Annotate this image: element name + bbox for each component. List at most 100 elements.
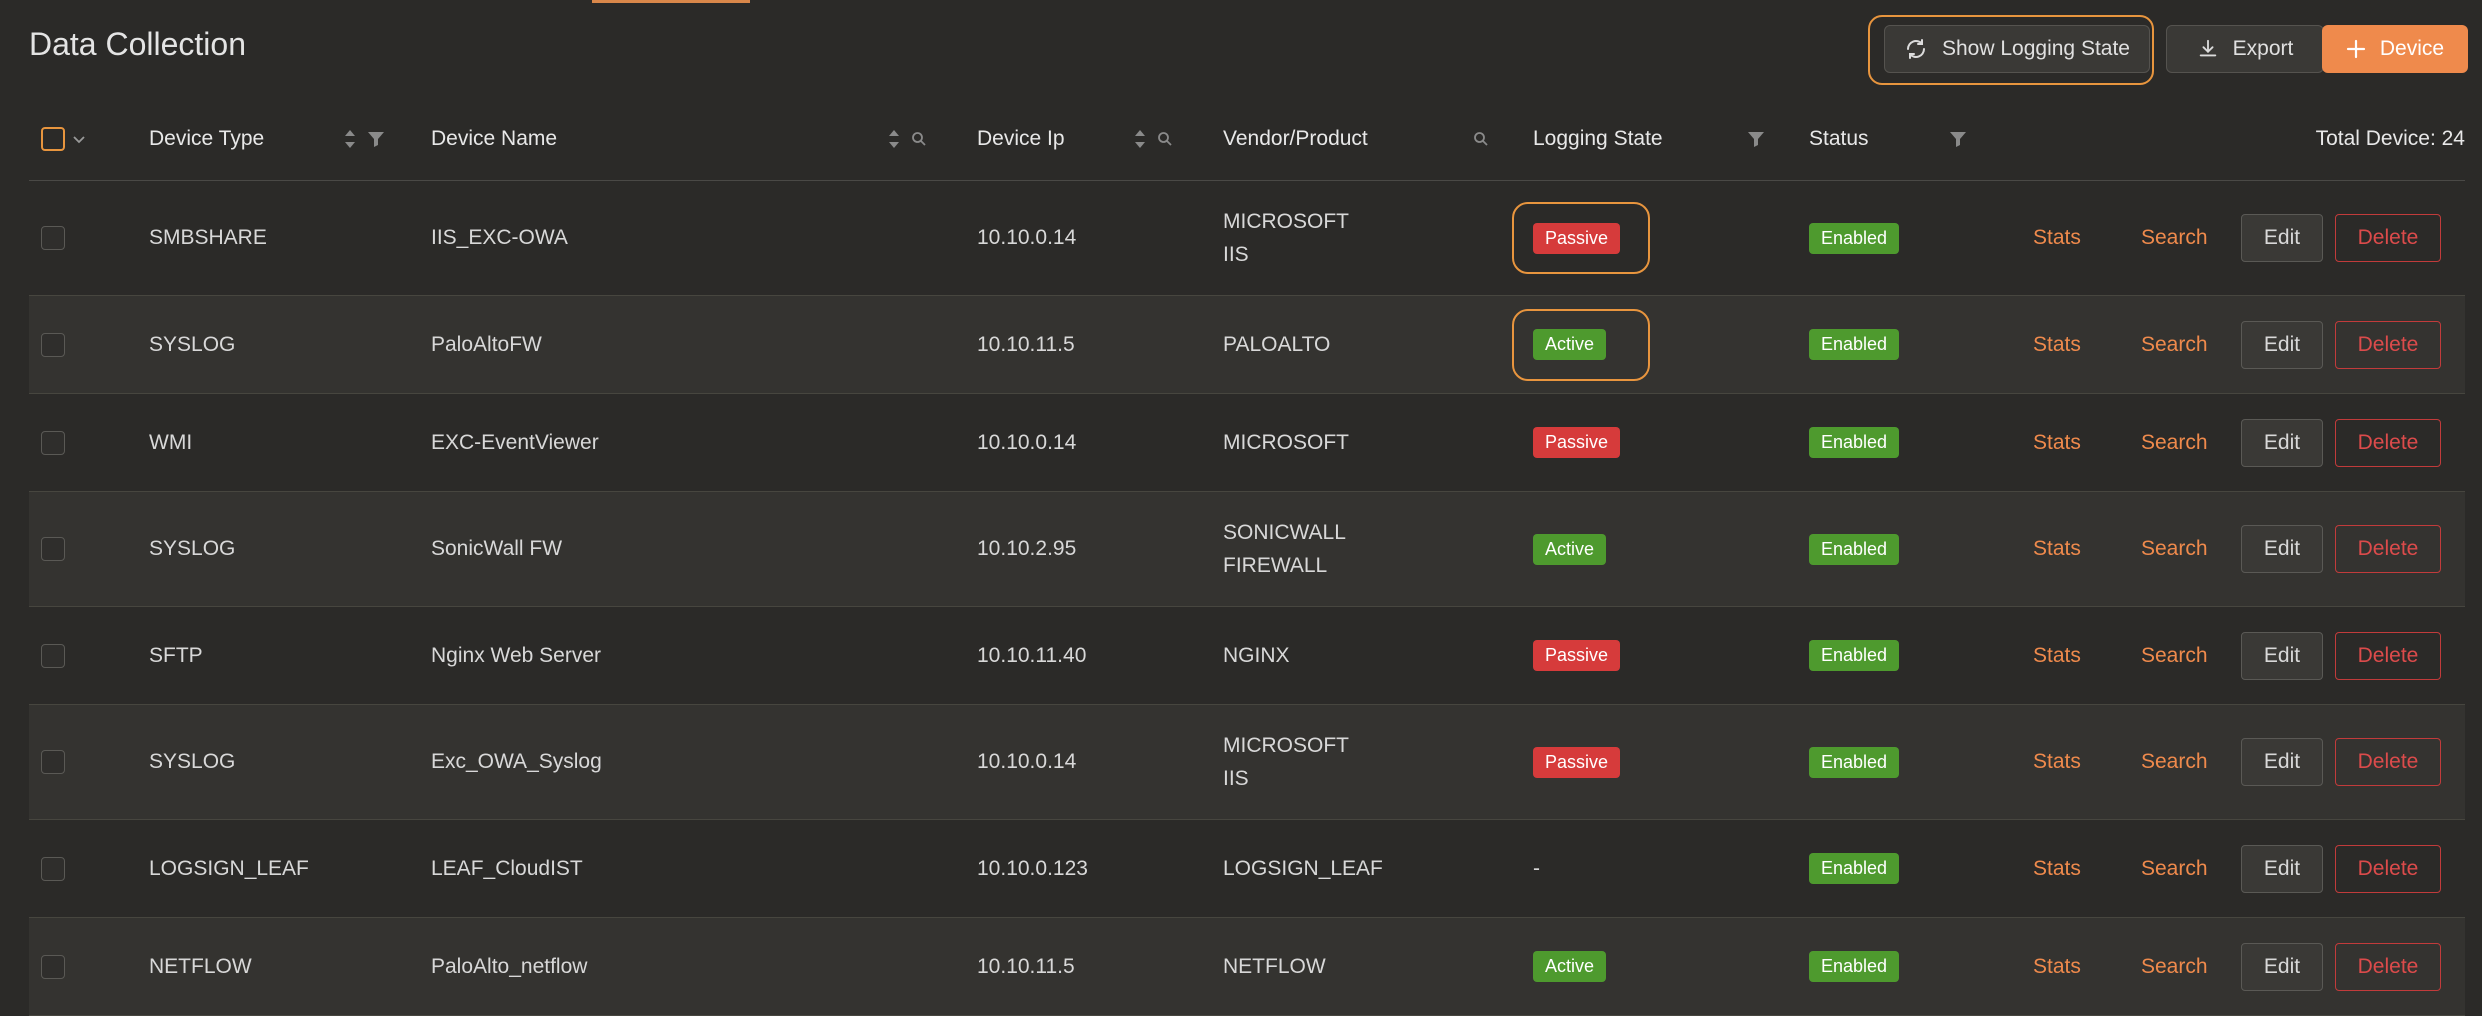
stats-link[interactable]: Stats [2033,918,2081,1015]
stats-link[interactable]: Stats [2033,181,2081,295]
filter-icon[interactable] [1747,130,1765,148]
row-checkbox-cell[interactable] [41,296,65,393]
add-device-button[interactable]: Device [2322,25,2468,73]
download-icon [2197,38,2219,60]
device-ip-cell: 10.10.0.123 [977,856,1088,880]
logging-state-cell: Passive [1533,705,1621,819]
search-link[interactable]: Search [2141,820,2208,917]
delete-button[interactable]: Delete [2335,942,2441,991]
device-type-cell: WMI [149,430,193,454]
row-checkbox-cell[interactable] [41,492,65,606]
search-link[interactable]: Search [2141,296,2208,393]
search-icon[interactable] [1157,131,1173,147]
sort-icon[interactable] [343,128,357,150]
edit-button[interactable]: Edit [2241,320,2323,369]
table-header: Device Type Device Name Device Ip Vendor… [29,98,2465,181]
edit-button[interactable]: Edit [2241,631,2323,680]
table-body: SMBSHARE IIS_EXC-OWA 10.10.0.14 MICROSOFT II… [29,181,2465,1016]
delete-button[interactable]: Delete [2335,320,2441,369]
device-name-cell: SonicWall FW [431,537,563,560]
device-name-cell: PaloAlto_netflow [431,954,588,978]
stats-link[interactable]: Stats [2033,296,2081,393]
table-row: SYSLOG PaloAltoFW 10.10.11.5 PALOALTO Active… [29,296,2465,394]
header-device-type[interactable]: Device Type [149,98,264,180]
search-link[interactable]: Search [2141,181,2208,295]
plus-icon [2346,39,2366,59]
device-ip-cell: 10.10.11.5 [977,954,1075,978]
search-link[interactable]: Search [2141,394,2208,491]
vendor-product-cell: LOGSIGN_LEAF [1223,820,1383,917]
delete-cell: Delete [2335,296,2441,393]
row-checkbox-cell[interactable] [41,705,65,819]
edit-button[interactable]: Edit [2241,942,2323,991]
filter-icon[interactable] [1949,130,1967,148]
search-link[interactable]: Search [2141,918,2208,1015]
row-checkbox[interactable] [41,643,65,668]
status-badge: Enabled [1809,329,1900,360]
search-link[interactable]: Search [2141,607,2208,704]
search-link[interactable]: Search [2141,492,2208,606]
row-checkbox[interactable] [41,954,65,979]
delete-button[interactable]: Delete [2335,738,2441,786]
select-all-checkbox[interactable] [41,127,65,151]
edit-button[interactable]: Edit [2241,738,2323,786]
status-cell: Enabled [1809,181,1900,295]
show-logging-state-button[interactable]: Show Logging State [1884,25,2150,73]
delete-button[interactable]: Delete [2335,525,2441,573]
delete-button[interactable]: Delete [2335,418,2441,467]
device-type-cell: SMBSHARE [149,226,267,249]
row-checkbox-cell[interactable] [41,607,65,704]
header-device-name[interactable]: Device Name [431,98,557,180]
stats-link[interactable]: Stats [2033,492,2081,606]
stats-link[interactable]: Stats [2033,607,2081,704]
sort-icon[interactable] [887,128,901,150]
vendor-line: MICROSOFT [1223,734,1349,757]
add-device-label: Device [2379,37,2445,60]
edit-button[interactable]: Edit [2241,418,2323,467]
logging-state-cell: Active [1533,492,1607,606]
device-name-cell: Exc_OWA_Syslog [431,750,602,773]
edit-button[interactable]: Edit [2241,214,2323,262]
delete-button[interactable]: Delete [2335,844,2441,893]
edit-button[interactable]: Edit [2241,844,2323,893]
delete-cell: Delete [2335,705,2441,819]
stats-link[interactable]: Stats [2033,705,2081,819]
delete-button[interactable]: Delete [2335,631,2441,680]
row-checkbox-cell[interactable] [41,181,65,295]
table-row: WMI EXC-EventViewer 10.10.0.14 MICROSOFT Pas… [29,394,2465,492]
delete-cell: Delete [2335,492,2441,606]
search-icon[interactable] [1473,131,1489,147]
row-checkbox-cell[interactable] [41,394,65,491]
search-icon[interactable] [911,131,927,147]
device-type-cell: SFTP [149,643,203,667]
row-checkbox[interactable] [41,537,65,561]
status-badge: Enabled [1809,427,1900,458]
vendor-line: MICROSOFT [1223,431,1349,454]
sort-icon[interactable] [1133,128,1147,150]
header-device-ip[interactable]: Device Ip [977,98,1065,180]
delete-button[interactable]: Delete [2335,214,2441,262]
row-checkbox[interactable] [41,750,65,774]
export-button[interactable]: Export [2166,25,2324,73]
edit-button[interactable]: Edit [2241,525,2323,573]
row-checkbox[interactable] [41,226,65,250]
select-all-control[interactable] [41,98,87,180]
filter-icon[interactable] [367,130,385,148]
total-device-count: Total Device: 24 [2315,127,2465,150]
header-vendor-product[interactable]: Vendor/Product [1223,98,1368,180]
search-link[interactable]: Search [2141,705,2208,819]
row-checkbox-cell[interactable] [41,820,65,917]
status-badge: Enabled [1809,640,1900,671]
chevron-down-icon[interactable] [71,131,87,147]
row-checkbox[interactable] [41,332,65,357]
stats-link[interactable]: Stats [2033,394,2081,491]
row-checkbox[interactable] [41,856,65,881]
header-logging-state[interactable]: Logging State [1533,98,1663,180]
logging-state-badge: Active [1533,951,1607,982]
row-checkbox[interactable] [41,430,65,455]
row-checkbox-cell[interactable] [41,918,65,1015]
header-status[interactable]: Status [1809,98,1869,180]
table-row: SFTP Nginx Web Server 10.10.11.40 NGINX Pass… [29,607,2465,705]
delete-cell: Delete [2335,181,2441,295]
stats-link[interactable]: Stats [2033,820,2081,917]
